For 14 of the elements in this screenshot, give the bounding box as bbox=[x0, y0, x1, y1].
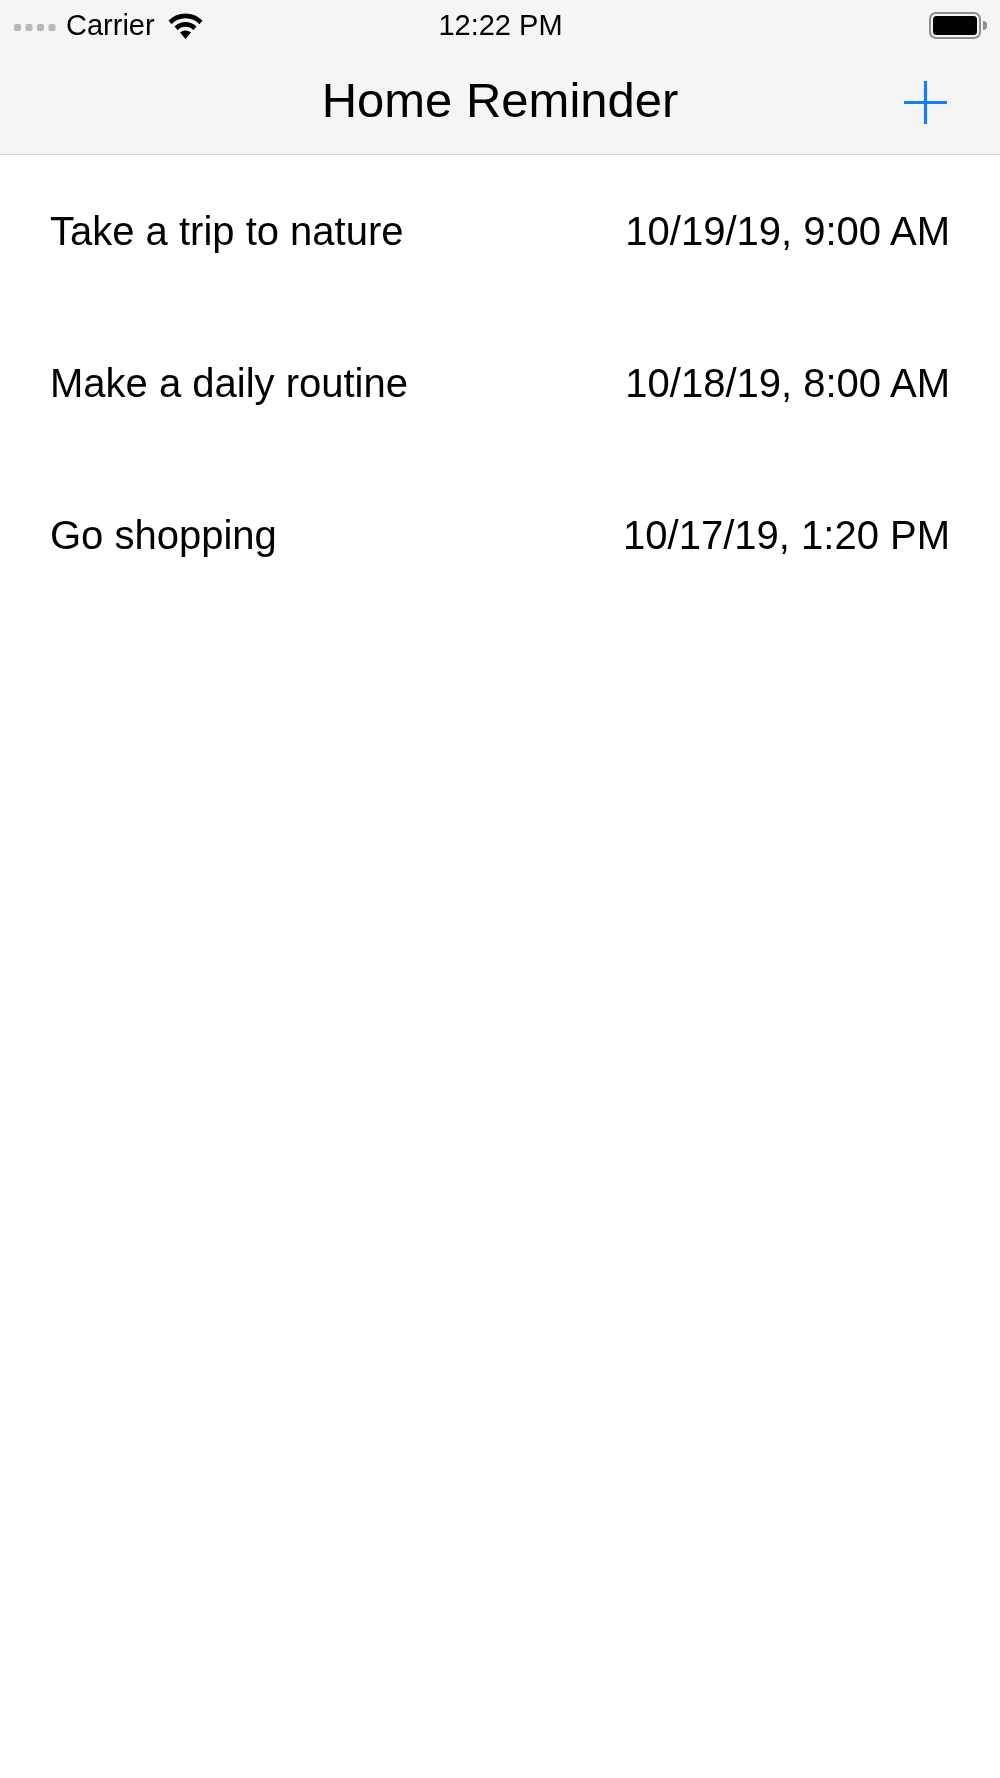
reminder-title: Take a trip to nature bbox=[50, 208, 404, 254]
plus-icon bbox=[904, 81, 947, 124]
add-button[interactable] bbox=[904, 81, 947, 124]
carrier-name: Carrier bbox=[66, 11, 155, 40]
clock-time: 12:22 PM bbox=[438, 11, 563, 40]
screen-title: Home Reminder bbox=[321, 76, 679, 129]
signal-dots-icon bbox=[14, 24, 56, 31]
reminder-date: 10/18/19, 8:00 AM bbox=[625, 360, 950, 406]
battery-icon bbox=[929, 12, 987, 39]
reminder-title: Go shopping bbox=[50, 512, 277, 558]
reminder-date: 10/17/19, 1:20 PM bbox=[623, 512, 950, 558]
wifi-icon bbox=[166, 12, 204, 39]
reminder-date: 10/19/19, 9:00 AM bbox=[625, 208, 950, 254]
reminder-title: Make a daily routine bbox=[50, 360, 408, 406]
